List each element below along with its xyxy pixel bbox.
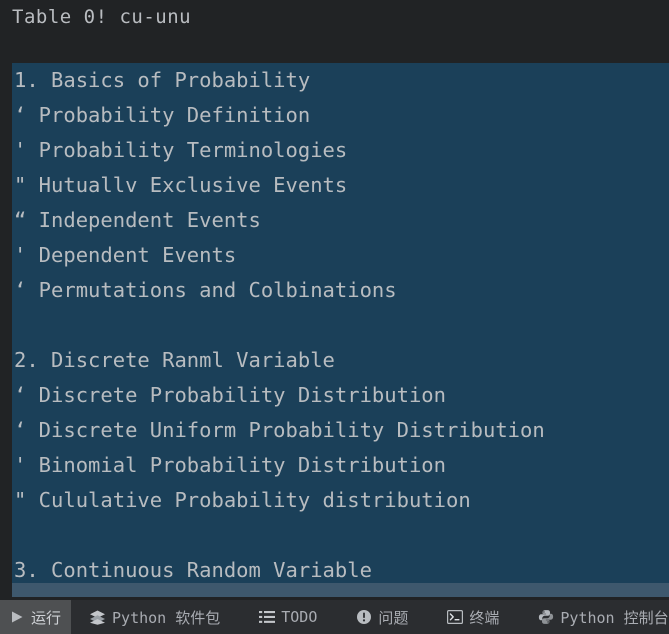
output-blank-line (12, 518, 669, 553)
play-icon (8, 609, 25, 626)
output-blank-line (12, 308, 669, 343)
horizontal-scrollbar[interactable] (12, 583, 669, 597)
tool-window-button-label: 运行 (31, 608, 62, 627)
terminal-icon (446, 609, 463, 626)
tool-window-button-packages[interactable]: Python 软件包 (81, 600, 230, 634)
output-line: " Hutuallv Exclusive Events (14, 173, 348, 197)
output-console-pane[interactable]: 1. Basics of Probability ‘ Probability De… (0, 63, 669, 597)
output-line: “ Independent Events (14, 208, 261, 232)
tool-window-bar[interactable]: 运行 Python 软件包 TODO 问题 终端 Python 控制台 (0, 600, 669, 634)
output-line: ‘ Discrete Probability Distribution (14, 383, 446, 407)
output-line: ' Probability Terminologies (14, 138, 348, 162)
python-icon (537, 609, 554, 626)
output-line: 1. Basics of Probability (14, 68, 311, 92)
packages-icon (89, 609, 106, 626)
output-line: 2. Discrete Ranml Variable (14, 348, 335, 372)
problems-warning-icon (355, 609, 372, 626)
tool-window-button-python[interactable]: Python 控制台 (529, 600, 669, 634)
tool-window-button-label: Python 控制台 (560, 608, 669, 627)
tool-window-button-label: 问题 (378, 608, 409, 627)
todo-list-icon (258, 609, 275, 626)
output-line: ' Dependent Events (14, 243, 237, 267)
tool-window-button-label: 终端 (469, 608, 500, 627)
output-text-lines[interactable]: 1. Basics of Probability ‘ Probability De… (12, 63, 669, 597)
output-line: " Cululative Probability distribution (14, 488, 471, 512)
output-header-bar: Table 0! cu-unu (0, 0, 669, 63)
output-line: ‘ Probability Definition (14, 103, 311, 127)
tool-window-button-todo-list[interactable]: TODO (250, 600, 327, 634)
output-line: ' Binomial Probability Distribution (14, 453, 446, 477)
tool-window-button-play[interactable]: 运行 (0, 600, 72, 634)
tool-window-button-problems-warning[interactable]: 问题 (347, 600, 418, 634)
tool-window-button-label: Python 软件包 (112, 608, 221, 627)
output-line: ‘ Discrete Uniform Probability Distribut… (14, 418, 545, 442)
tool-window-button-label: TODO (281, 608, 318, 626)
page-title: Table 0! cu-unu (12, 6, 192, 28)
tool-window-button-terminal[interactable]: 终端 (438, 600, 509, 634)
output-line: ‘ Permutations and Colbinations (14, 278, 397, 302)
